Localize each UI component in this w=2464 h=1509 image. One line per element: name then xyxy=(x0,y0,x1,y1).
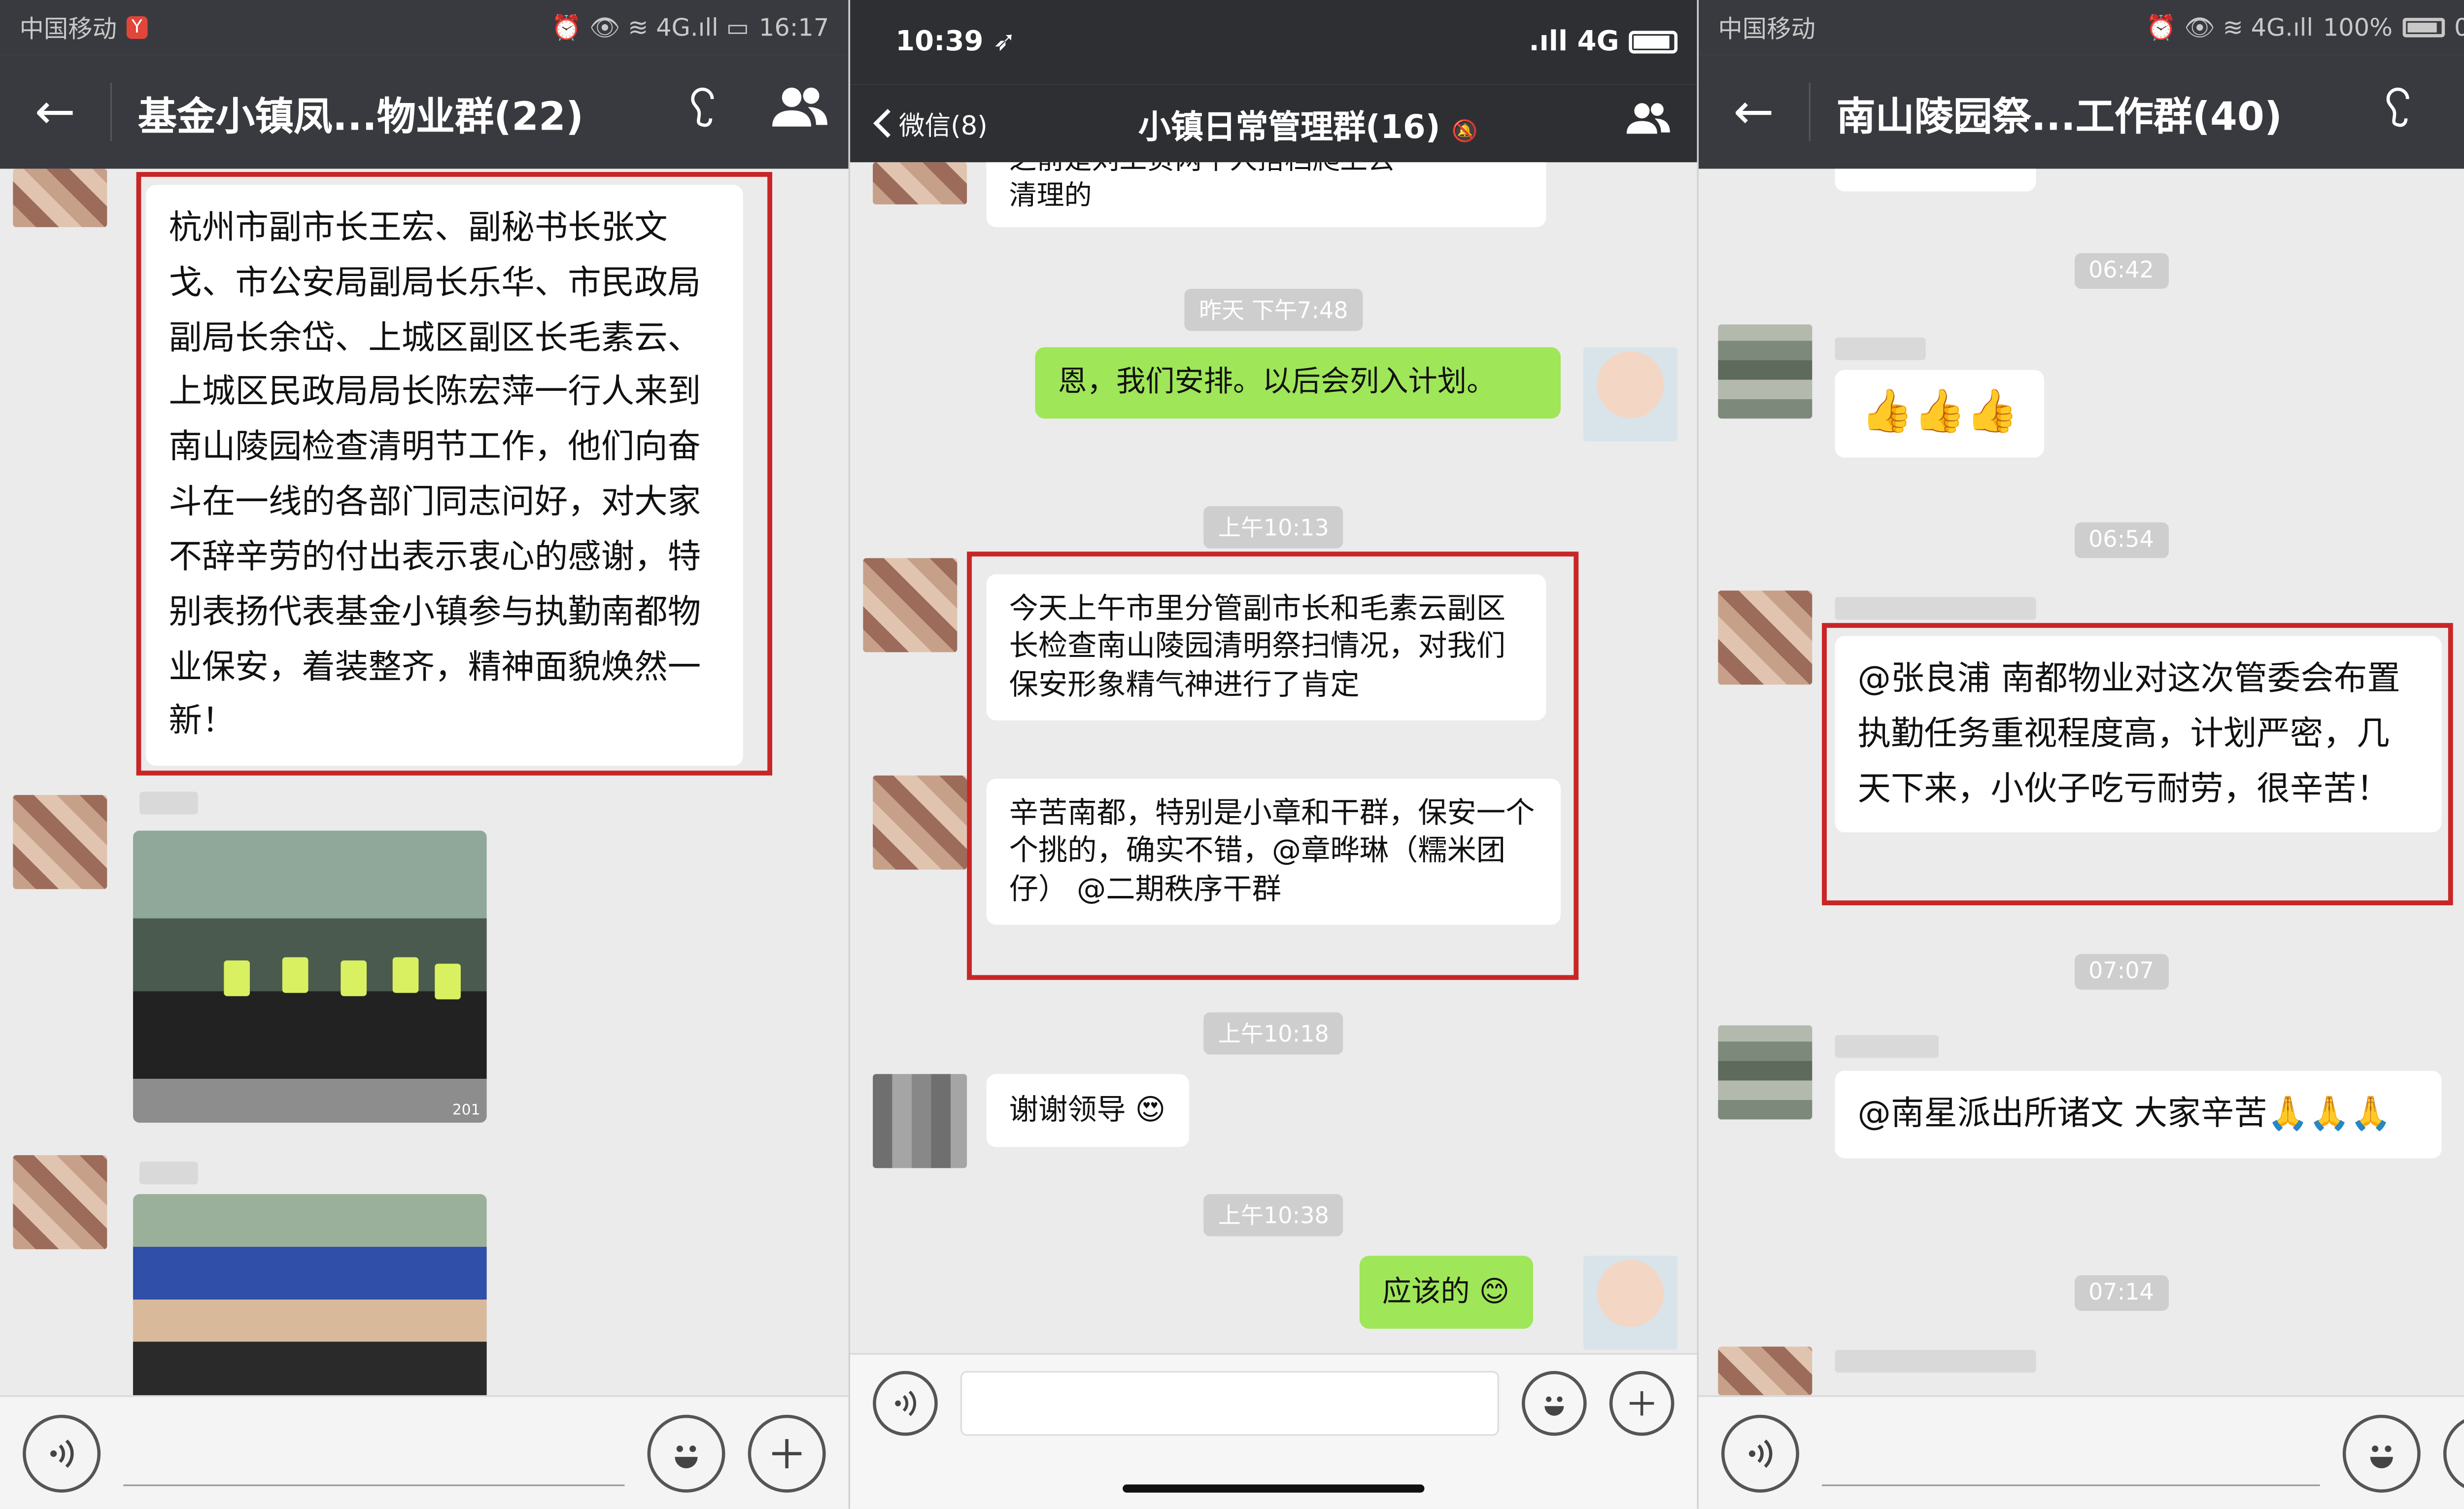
emoji-icon[interactable] xyxy=(1521,1371,1587,1436)
message-bubble[interactable]: @南星派出所诸文 大家辛苦🙏🙏🙏 xyxy=(1835,1070,2442,1158)
back-label: 微信(8) xyxy=(898,110,988,141)
back-arrow-icon[interactable]: ← xyxy=(0,84,110,140)
photo-stamp: 201 xyxy=(452,1103,480,1120)
input-bar xyxy=(850,1353,1697,1509)
photo-message[interactable] xyxy=(133,1194,487,1396)
message-list[interactable]: 之前是刘工负两个人搭档爬上去 清理的 昨天 下午7:48 恩，我们安排。以后会列… xyxy=(850,162,1697,1353)
message-bubble[interactable]: 杭州市副市长王宏、副秘书长张文戈、市公安局副局长乐华、市民政局副局长余岱、上城区… xyxy=(146,185,743,766)
back-button[interactable]: 微信(8) xyxy=(850,104,1017,143)
plus-icon[interactable] xyxy=(1609,1371,1675,1436)
sender-name-blurred xyxy=(139,1162,198,1185)
timestamp: 上午10:13 xyxy=(1203,506,1344,549)
plus-icon[interactable] xyxy=(748,1414,826,1492)
timestamp: 06:54 xyxy=(2074,522,2169,558)
sender-name-blurred xyxy=(1835,1035,1939,1058)
message-bubble[interactable]: 👍👍👍 xyxy=(1835,370,2045,457)
message-input[interactable] xyxy=(1822,1420,2320,1485)
chat-header: 微信(8) 小镇日常管理群(16) 🔕 xyxy=(850,84,1697,163)
emoji-icon[interactable] xyxy=(647,1414,725,1492)
timestamp: 07:07 xyxy=(2074,954,2169,990)
members-icon[interactable] xyxy=(1600,99,1697,148)
message-bubble[interactable]: @张良浦 南都物业对这次管委会布置执勤任务重视程度高，计划严密，几天下来，小伙子… xyxy=(1835,636,2442,833)
voice-icon[interactable] xyxy=(873,1371,938,1436)
sender-name-blurred xyxy=(1835,337,1926,360)
mute-icon: 🔕 xyxy=(1451,119,1478,144)
members-icon[interactable] xyxy=(751,84,849,140)
avatar[interactable] xyxy=(13,1155,107,1249)
status-icons: ⏰ 👁 ≋ 4G.ıll xyxy=(2146,13,2314,42)
timestamp: 06:42 xyxy=(2074,253,2169,289)
input-bar xyxy=(0,1395,849,1509)
avatar[interactable] xyxy=(1718,590,1813,685)
chat-title: 南山陵园祭...工作群(40) xyxy=(1836,93,2282,139)
clock: 16:17 xyxy=(758,13,829,42)
timestamp: 上午10:38 xyxy=(1203,1194,1344,1236)
header-divider xyxy=(1809,82,1811,141)
chat-screen-3: 中国移动 ⏰ 👁 ≋ 4G.ıll 100% 07:35 ← 南山陵园祭...工… xyxy=(1697,0,2464,1509)
chat-title: 基金小镇凤...物业群(22) xyxy=(137,93,584,139)
chat-screen-1: 中国移动 Y ⏰ 👁 ≋ 4G.ıll ▭ 16:17 ← 基金小镇凤...物业… xyxy=(0,0,849,1509)
avatar[interactable] xyxy=(873,775,967,870)
sent-bubble[interactable]: 应该的 😊 xyxy=(1359,1256,1533,1329)
voice-icon[interactable] xyxy=(1721,1414,1799,1492)
status-bar: 10:39 ➶ .ıll 4G xyxy=(850,0,1697,85)
timestamp: 07:14 xyxy=(2074,1275,2169,1311)
sender-name-blurred xyxy=(1835,1350,2036,1373)
avatar[interactable] xyxy=(1718,1025,1813,1120)
message-input[interactable] xyxy=(123,1420,625,1485)
avatar[interactable] xyxy=(13,795,107,890)
clock: 10:39 ➶ xyxy=(895,26,1016,59)
timestamp: 上午10:18 xyxy=(1203,1012,1344,1055)
sender-name-blurred xyxy=(1835,597,2036,620)
message-bubble[interactable]: 今天上午市里分管副市长和毛素云副区长检查南山陵园清明祭扫情况，对我们保安形象精气… xyxy=(986,574,1546,721)
status-bar: 中国移动 Y ⏰ 👁 ≋ 4G.ıll ▭ 16:17 xyxy=(0,0,849,55)
avatar[interactable] xyxy=(863,558,958,652)
members-icon[interactable] xyxy=(2446,84,2464,140)
message-bubble[interactable]: 辛苦南都，特别是小章和干群，保安一个个挑的，确实不错，@章晔琳（糯米团 仔） @… xyxy=(986,779,1561,926)
message-bubble[interactable]: 谢谢领导 😍 xyxy=(986,1074,1189,1148)
carrier-label: 中国移动 xyxy=(1718,13,1815,43)
message-bubble[interactable]: 之前是刘工负两个人搭档爬上去 清理的 xyxy=(986,162,1546,228)
clock: 07:35 xyxy=(2454,13,2464,42)
header-divider xyxy=(110,82,112,141)
avatar[interactable] xyxy=(13,169,107,227)
home-indicator[interactable] xyxy=(1123,1484,1425,1493)
status-bar: 中国移动 ⏰ 👁 ≋ 4G.ıll 100% 07:35 xyxy=(1698,0,2464,55)
photo-message[interactable]: 201 xyxy=(133,830,487,1123)
carrier-badge: Y xyxy=(126,16,147,39)
ear-icon[interactable] xyxy=(654,84,752,140)
sender-name-blurred xyxy=(139,791,198,815)
plus-icon[interactable] xyxy=(2443,1414,2464,1492)
battery-percent: 100% xyxy=(2323,13,2393,42)
ear-icon[interactable] xyxy=(2349,84,2447,140)
signal-indicator: .ıll 4G xyxy=(1529,26,1619,59)
status-icons: ⏰ 👁 ≋ 4G.ıll ▭ xyxy=(551,13,750,42)
battery-icon xyxy=(1629,31,1678,54)
avatar[interactable] xyxy=(1718,324,1813,419)
chat-title: 小镇日常管理群(16) 🔕 xyxy=(1017,100,1600,146)
voice-icon[interactable] xyxy=(23,1414,101,1492)
input-bar xyxy=(1698,1395,2464,1509)
message-list[interactable]: 杭州市副市长王宏、副秘书长张文戈、市公安局副局长乐华、市民政局副局长余岱、上城区… xyxy=(0,169,849,1396)
chat-title-text: 小镇日常管理群(16) xyxy=(1138,106,1440,145)
timestamp: 昨天 下午7:48 xyxy=(1184,288,1363,331)
message-fragment: 之前是刘工负两个人搭档爬上去 xyxy=(1009,162,1524,178)
message-list[interactable]: 06:42 👍👍👍 06:54 @张良浦 南都物业对这次管委会布置执勤任务重视程… xyxy=(1699,169,2464,1396)
chat-screen-2: 10:39 ➶ .ıll 4G 微信(8) 小镇日常管理群(16) 🔕 之前是刘… xyxy=(848,0,1697,1509)
avatar[interactable] xyxy=(1718,1346,1813,1396)
sent-bubble[interactable]: 恩，我们安排。以后会列入计划。 xyxy=(1035,347,1561,419)
message-bubble-partial[interactable] xyxy=(1835,169,2036,192)
battery-icon xyxy=(2402,18,2445,37)
message-input[interactable] xyxy=(960,1371,1499,1436)
message-fragment: 清理的 xyxy=(1009,180,1092,213)
back-arrow-icon[interactable]: ← xyxy=(1699,84,1809,140)
chat-header: ← 基金小镇凤...物业群(22) xyxy=(0,55,849,169)
avatar[interactable] xyxy=(1583,347,1678,442)
carrier-label: 中国移动 xyxy=(19,13,117,43)
avatar[interactable] xyxy=(1583,1256,1678,1350)
chat-header: ← 南山陵园祭...工作群(40) xyxy=(1698,55,2464,169)
avatar[interactable] xyxy=(873,162,967,205)
emoji-icon[interactable] xyxy=(2342,1414,2421,1492)
avatar[interactable] xyxy=(873,1074,967,1168)
